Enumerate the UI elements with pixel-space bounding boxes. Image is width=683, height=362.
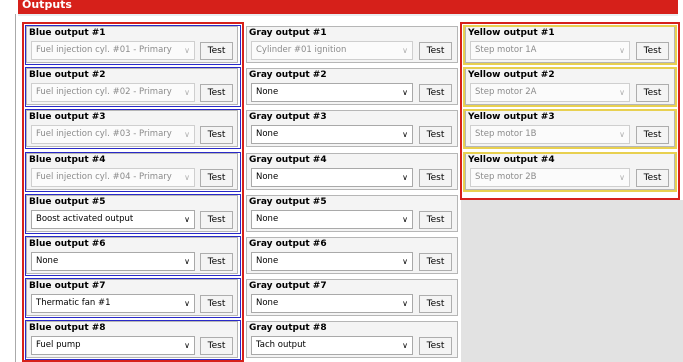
gray-output-title: Gray output #4 xyxy=(249,154,327,165)
gray-output-title: Gray output #5 xyxy=(249,196,327,207)
left-border xyxy=(15,14,16,362)
gray-output-select: Cylinder #01 ignition ∨ xyxy=(251,41,413,60)
chevron-down-icon: ∨ xyxy=(402,299,408,309)
chevron-down-icon: ∨ xyxy=(402,88,408,98)
gray-output-select[interactable]: None ∨ xyxy=(251,294,413,314)
gray-output-title: Gray output #1 xyxy=(249,28,327,38)
gray-output-test-button[interactable]: Test xyxy=(419,295,452,314)
chevron-down-icon: ∨ xyxy=(402,341,408,351)
gray-output-test-button[interactable]: Test xyxy=(419,168,452,187)
gray-output-panel-4: Gray output #4 None ∨ Test xyxy=(246,152,458,190)
chevron-down-icon: ∨ xyxy=(402,172,408,182)
gray-output-test-button[interactable]: Test xyxy=(419,210,452,229)
chevron-down-icon: ∨ xyxy=(402,130,408,140)
gray-output-select[interactable]: None ∨ xyxy=(251,209,413,229)
select-value: None xyxy=(256,256,279,266)
gray-output-select[interactable]: None ∨ xyxy=(251,125,413,145)
select-value: Cylinder #01 ignition xyxy=(256,45,347,55)
gray-output-title: Gray output #6 xyxy=(249,239,327,249)
select-value: Tach output xyxy=(256,340,306,351)
gray-output-panel-7: Gray output #7 None ∨ Test xyxy=(246,279,458,317)
gray-output-test-button[interactable]: Test xyxy=(419,253,452,271)
gray-output-panel-5: Gray output #5 None ∨ Test xyxy=(246,194,458,232)
gray-output-test-button[interactable]: Test xyxy=(419,42,452,60)
gray-output-select[interactable]: None ∨ xyxy=(251,83,413,103)
gray-output-title: Gray output #7 xyxy=(249,281,327,292)
gray-output-panel-2: Gray output #2 None ∨ Test xyxy=(246,68,458,106)
gray-output-test-button[interactable]: Test xyxy=(419,84,452,103)
gray-output-test-button[interactable]: Test xyxy=(419,337,452,356)
section-title: Outputs xyxy=(22,0,72,11)
gray-output-test-button[interactable]: Test xyxy=(419,126,452,145)
chevron-down-icon: ∨ xyxy=(402,214,408,224)
yellow-group-highlight xyxy=(460,22,680,200)
gray-output-panel-1: Gray output #1 Cylinder #01 ignition ∨ Test xyxy=(246,26,458,63)
gray-output-title: Gray output #8 xyxy=(249,323,327,334)
chevron-down-icon: ∨ xyxy=(402,257,408,266)
gray-output-title: Gray output #3 xyxy=(249,112,327,123)
chevron-down-icon: ∨ xyxy=(402,46,408,55)
blue-group-highlight xyxy=(22,22,244,362)
gray-output-title: Gray output #2 xyxy=(249,70,327,81)
select-value: None xyxy=(256,129,279,140)
gray-output-panel-8: Gray output #8 Tach output ∨ Test xyxy=(246,321,458,359)
select-value: None xyxy=(256,298,279,309)
select-value: None xyxy=(256,171,279,182)
header-divider xyxy=(18,14,678,16)
gray-output-panel-6: Gray output #6 None ∨ Test xyxy=(246,237,458,274)
gray-output-panel-3: Gray output #3 None ∨ Test xyxy=(246,110,458,148)
select-value: None xyxy=(256,213,279,224)
gray-output-select[interactable]: None ∨ xyxy=(251,252,413,271)
gray-output-select[interactable]: None ∨ xyxy=(251,167,413,187)
gray-output-select[interactable]: Tach output ∨ xyxy=(251,336,413,356)
empty-area xyxy=(461,200,683,362)
select-value: None xyxy=(256,87,279,98)
section-header: Outputs xyxy=(18,0,678,14)
